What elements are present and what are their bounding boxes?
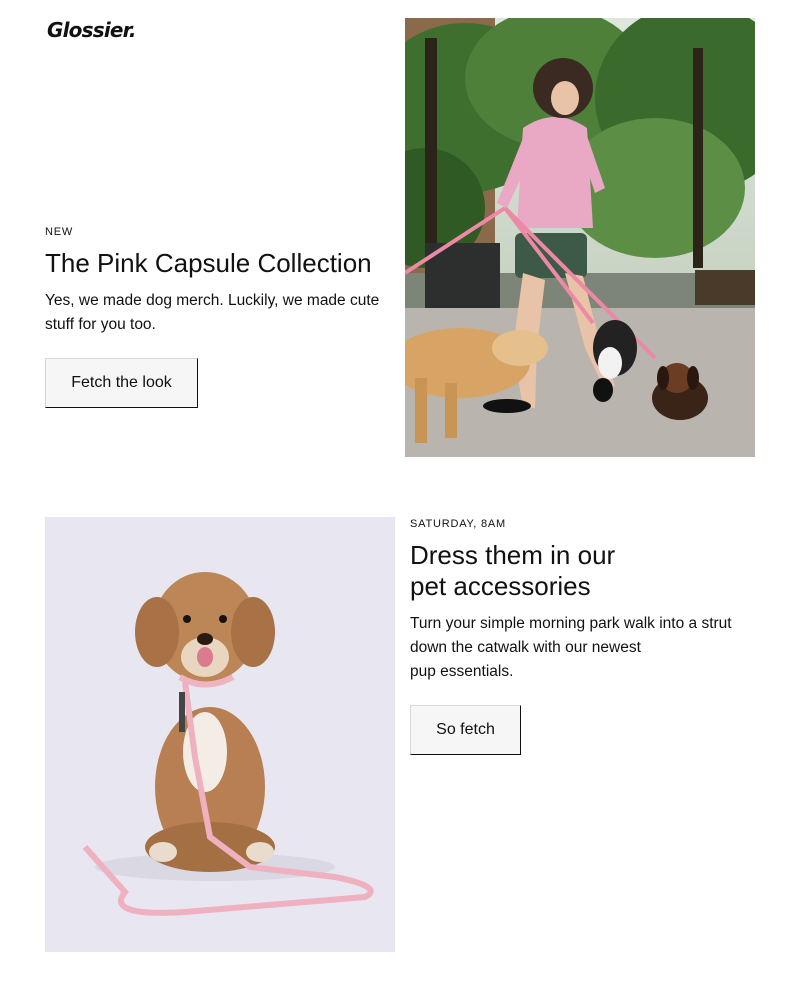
section-two-heading: Dress them in our pet accessories — [410, 540, 670, 602]
so-fetch-button[interactable]: So fetch — [410, 705, 521, 755]
section-two-heading-line2: pet accessories — [410, 571, 591, 601]
poodle-illustration — [45, 517, 395, 952]
woman-walking-dogs-photo[interactable] — [405, 18, 755, 457]
poodle-with-pink-leash-photo[interactable] — [45, 517, 395, 952]
fetch-the-look-button[interactable]: Fetch the look — [45, 358, 198, 408]
woman-walking-dogs-illustration — [405, 18, 755, 457]
brand-logo[interactable]: Glossier. — [47, 18, 136, 42]
section-two-body-line1: Turn your simple morning park walk into … — [410, 615, 732, 632]
section-two-body-line2: down the catwalk with our newest — [410, 639, 641, 656]
section-two-heading-line1: Dress them in our — [410, 540, 616, 570]
section-one-heading: The Pink Capsule Collection — [45, 248, 372, 278]
section-two-body: Turn your simple morning park walk into … — [410, 612, 755, 684]
section-two-eyebrow: SATURDAY, 8AM — [410, 518, 506, 530]
section-one-eyebrow: NEW — [45, 226, 74, 238]
section-one-body: Yes, we made dog merch. Luckily, we made… — [45, 292, 380, 333]
section-two-body-line3: pup essentials. — [410, 663, 514, 680]
